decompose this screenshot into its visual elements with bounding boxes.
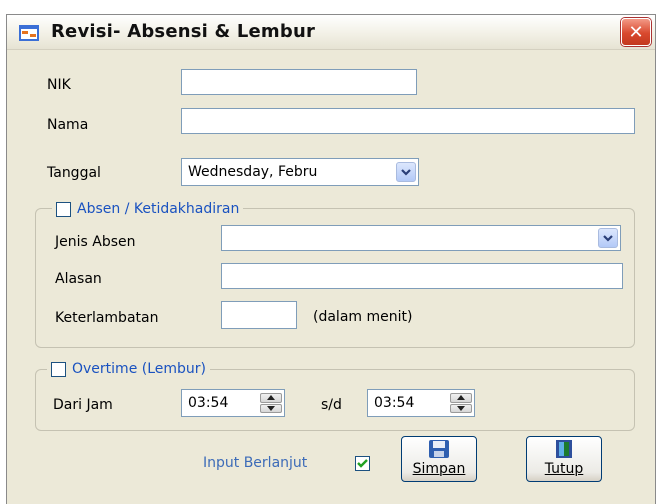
tanggal-value: Wednesday, Febru [188,164,318,180]
chevron-down-icon [603,234,613,242]
dari-jam-label: Dari Jam [53,397,113,413]
tanggal-datepicker[interactable]: Wednesday, Febru [181,158,419,186]
close-button[interactable]: ✕ [621,18,651,46]
sampai-jam-value: 03:54 [374,395,415,411]
nama-input[interactable] [181,108,635,134]
dari-jam-value: 03:54 [188,395,229,411]
jenis-absen-label: Jenis Absen [55,234,136,250]
form-app-icon [19,25,39,41]
simpan-label: Simpan [412,461,466,477]
nama-label: Nama [47,117,89,133]
tutup-label: Tutup [544,461,584,477]
title-bar: Revisi- Absensi & Lembur ✕ [7,15,655,50]
tanggal-dropdown-button[interactable] [396,162,416,182]
spin-down-icon[interactable] [260,403,282,413]
dari-jam-spinner[interactable] [260,393,282,413]
tutup-button[interactable]: Tutup [526,436,602,482]
overtime-group-title: Overtime (Lembur) [72,361,206,377]
exit-door-icon [556,440,572,458]
dialog-window: Revisi- Absensi & Lembur ✕ NIK Nama Tang… [6,14,656,504]
window-title: Revisi- Absensi & Lembur [51,21,316,42]
jenis-absen-select[interactable] [221,225,621,251]
sd-label: s/d [321,397,342,413]
nik-label: NIK [47,77,71,93]
absen-checkbox[interactable] [56,201,71,217]
keterlambatan-input[interactable] [221,301,297,329]
overtime-group-header: Overtime (Lembur) [47,359,210,379]
overtime-checkbox[interactable] [51,361,66,377]
dari-jam-timepicker[interactable]: 03:54 [181,389,285,417]
chevron-down-icon [401,168,411,176]
spin-up-icon[interactable] [450,393,472,403]
close-icon: ✕ [628,21,644,43]
tanggal-label: Tanggal [47,165,101,181]
input-berlanjut-checkbox[interactable] [355,456,370,471]
spin-down-icon[interactable] [450,403,472,413]
spin-up-icon[interactable] [260,393,282,403]
absen-group-header: Absen / Ketidakhadiran [52,199,244,219]
checkmark-icon [357,459,368,468]
alasan-input[interactable] [221,263,623,289]
alasan-label: Alasan [55,271,102,287]
sampai-jam-timepicker[interactable]: 03:54 [367,389,475,417]
nik-input[interactable] [181,69,417,95]
save-disk-icon [429,440,449,458]
keterlambatan-label: Keterlambatan [55,310,159,326]
simpan-button[interactable]: Simpan [401,436,477,482]
sampai-jam-spinner[interactable] [450,393,472,413]
input-berlanjut-label: Input Berlanjut [203,455,308,471]
jenis-absen-dropdown-button[interactable] [598,228,618,248]
absen-group-title: Absen / Ketidakhadiran [77,201,240,217]
keterlambatan-unit-label: (dalam menit) [313,309,413,325]
